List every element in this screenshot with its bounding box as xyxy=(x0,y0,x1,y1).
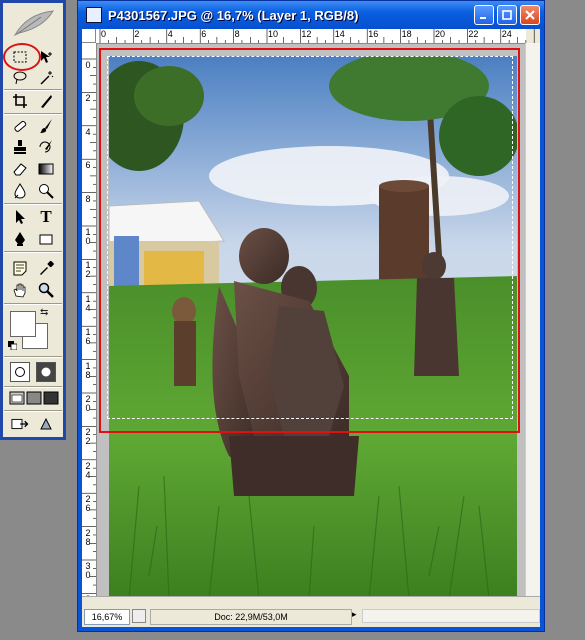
ruler-label: 0 xyxy=(101,29,107,39)
ruler-label: 1 0 xyxy=(85,227,91,246)
ruler-label: 2 8 xyxy=(85,527,91,547)
slice-tool-icon[interactable] xyxy=(36,91,56,111)
ruler-label: 2 6 xyxy=(85,494,91,514)
type-tool-icon[interactable]: T xyxy=(36,207,56,227)
ruler-label: 12 xyxy=(301,29,312,39)
ruler-label: 2 0 xyxy=(85,394,91,413)
minimize-icon xyxy=(480,17,486,19)
ruler-label: 0 xyxy=(85,60,91,70)
status-bar: 16,67% Doc: 22,9M/53,0M ▸ xyxy=(82,596,540,627)
crop-tool-icon[interactable] xyxy=(10,91,30,111)
ruler-label: 4 xyxy=(85,126,91,137)
ruler-label: 2 4 xyxy=(85,460,91,480)
zoom-level-field[interactable]: 16,67% xyxy=(84,609,130,625)
ruler-label: 2 xyxy=(134,29,140,39)
lasso-tool-icon[interactable] xyxy=(10,68,30,88)
maximize-icon xyxy=(502,10,512,20)
title-bar[interactable]: P4301567.JPG @ 16,7% (Layer 1, RGB/8) xyxy=(78,1,544,29)
zoom-tool-icon[interactable] xyxy=(36,280,56,300)
pen-tool-icon[interactable] xyxy=(10,229,30,249)
status-info-icon[interactable] xyxy=(132,609,146,623)
ruler-label: 2 2 xyxy=(85,427,91,447)
document-icon xyxy=(86,7,102,23)
vertical-scrollbar[interactable] xyxy=(525,43,540,597)
status-menu-arrow-icon[interactable]: ▸ xyxy=(352,609,357,620)
horizontal-ruler[interactable]: 0 2 4 6 8 10 12 14 16 18 20 22 24 xyxy=(96,29,535,44)
imageready-icon[interactable] xyxy=(36,414,56,434)
close-icon xyxy=(525,10,535,20)
toolbox-divider xyxy=(4,386,62,388)
jump-to-imageready-icon[interactable] xyxy=(10,414,34,434)
ruler-label: 18 xyxy=(401,29,412,39)
toolbox-divider xyxy=(4,251,62,253)
default-colors-icon[interactable] xyxy=(8,341,17,350)
magic-wand-tool-icon[interactable] xyxy=(36,68,56,88)
ruler-label: 1 2 xyxy=(85,260,91,280)
toolbox-divider xyxy=(4,203,62,205)
foreground-color-swatch[interactable] xyxy=(10,311,36,337)
quick-mask-mode-icon[interactable] xyxy=(36,362,56,382)
swap-colors-icon[interactable]: ⇆ xyxy=(40,307,48,318)
toolbox-divider xyxy=(4,303,62,305)
ruler-label: 14 xyxy=(334,29,345,39)
eyedropper-tool-icon[interactable] xyxy=(36,258,56,278)
notes-tool-icon[interactable] xyxy=(10,258,30,278)
vertical-ruler[interactable]: 024681 01 21 41 61 82 02 22 42 62 83 03 … xyxy=(82,43,97,613)
ruler-label: 6 xyxy=(201,29,207,39)
ruler-label: 1 4 xyxy=(85,293,91,313)
feather-logo-icon[interactable] xyxy=(11,7,57,39)
shape-tool-icon[interactable] xyxy=(36,229,56,249)
clone-stamp-tool-icon[interactable] xyxy=(10,137,30,157)
ruler-label: 1 8 xyxy=(85,360,91,380)
healing-brush-tool-icon[interactable] xyxy=(10,116,30,136)
ruler-origin[interactable] xyxy=(82,29,96,43)
ruler-label: 20 xyxy=(435,29,446,39)
selection-highlight-box xyxy=(99,48,520,433)
path-selection-tool-icon[interactable] xyxy=(10,207,30,227)
ruler-label: 24 xyxy=(501,29,512,39)
ruler-label: 6 xyxy=(85,160,91,171)
toolbox-divider xyxy=(4,410,62,412)
marquee-tool-highlight xyxy=(3,43,41,71)
maximize-button[interactable] xyxy=(497,5,517,25)
standard-screen-mode-icon[interactable] xyxy=(9,390,25,406)
minimize-button[interactable] xyxy=(474,5,494,25)
dodge-tool-icon[interactable] xyxy=(36,181,56,201)
toolbox-divider xyxy=(4,356,62,358)
ruler-label: 1 6 xyxy=(85,327,91,347)
standard-mode-icon[interactable] xyxy=(10,362,30,382)
close-button[interactable] xyxy=(520,5,540,25)
ruler-label: 4 xyxy=(167,29,173,39)
full-screen-menu-mode-icon[interactable] xyxy=(26,390,42,406)
ruler-label: 16 xyxy=(368,29,379,39)
ruler-label: 3 0 xyxy=(85,561,91,580)
ruler-label: 2 xyxy=(85,93,91,104)
gradient-tool-icon[interactable] xyxy=(36,159,56,179)
history-brush-tool-icon[interactable] xyxy=(36,137,56,157)
brush-tool-icon[interactable] xyxy=(36,116,56,136)
ruler-label: 8 xyxy=(234,29,240,39)
full-screen-mode-icon[interactable] xyxy=(43,390,59,406)
horizontal-scrollbar[interactable] xyxy=(362,609,540,623)
eraser-tool-icon[interactable] xyxy=(10,159,30,179)
document-size-info: Doc: 22,9M/53,0M xyxy=(150,609,352,625)
ruler-label: 10 xyxy=(268,29,279,39)
ruler-label: 8 xyxy=(85,193,91,204)
window-title: P4301567.JPG @ 16,7% (Layer 1, RGB/8) xyxy=(108,7,359,23)
blur-tool-icon[interactable] xyxy=(10,181,30,201)
ruler-label: 22 xyxy=(468,29,479,39)
toolbox-divider xyxy=(4,113,62,115)
hand-tool-icon[interactable] xyxy=(10,280,30,300)
